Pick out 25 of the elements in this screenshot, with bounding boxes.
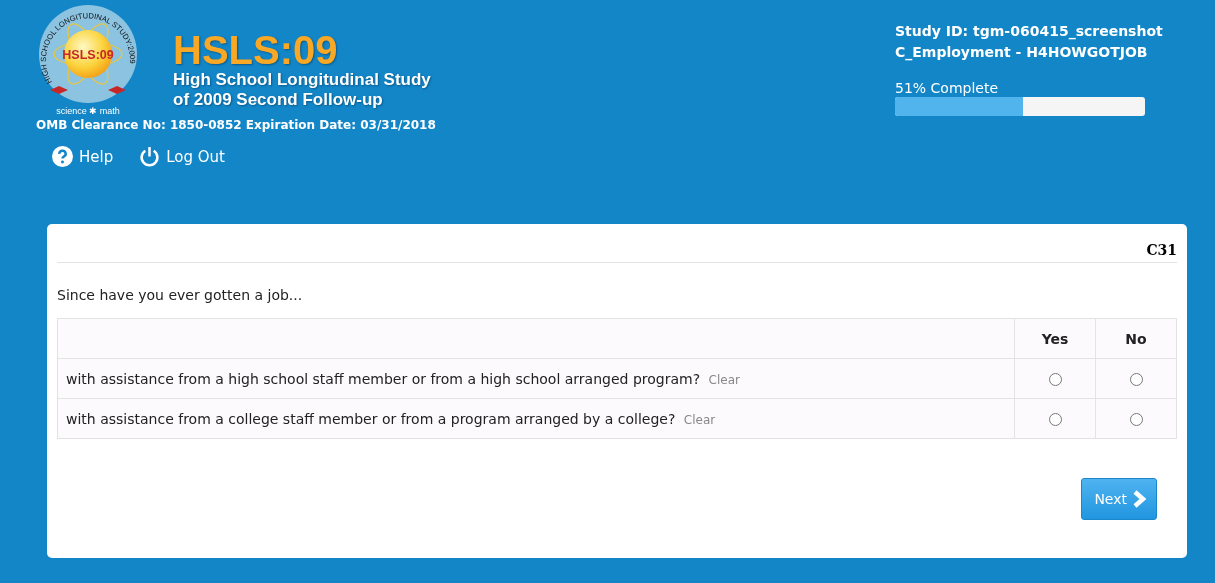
progress-label: 51% Complete <box>895 79 1000 97</box>
clear-link[interactable]: Clear <box>708 372 740 387</box>
item-text: with assistance from a high school staff member or from a high school arranged program? <box>66 370 701 387</box>
item-text: with assistance from a college staff member or from a program arranged by a college? <box>66 410 676 427</box>
study-id: Study ID: tgm-060415_screenshot <box>895 22 1164 42</box>
radio-button[interactable] <box>1129 413 1143 426</box>
radio-button[interactable] <box>1048 373 1062 386</box>
logout-link[interactable]: Log Out <box>139 146 225 167</box>
question-text: Since have you ever gotten a job... <box>57 287 304 303</box>
column-header: Yes <box>1014 318 1096 359</box>
chevron-icon <box>1132 490 1148 508</box>
section-name: C_Employment - H4HOWGOTJOB <box>895 43 1149 63</box>
power-icon <box>139 146 161 167</box>
radio-button[interactable] <box>1048 413 1062 426</box>
radio-button[interactable] <box>1129 373 1143 386</box>
clear-link[interactable]: Clear <box>683 412 716 427</box>
clearance-text: OMB Clearance No: 1850-0852 Expiration Date: 03/31/2018 <box>36 118 436 132</box>
site-subtitle: High School Longitudinal Study <box>173 70 431 90</box>
next-button[interactable]: Next <box>1081 478 1157 520</box>
site-subtitle: of 2009 Second Follow-up <box>173 90 384 110</box>
column-header: No <box>1095 318 1177 359</box>
question-number: C31 <box>57 242 1177 263</box>
help-icon <box>52 146 73 167</box>
site-title: HSLS:09 <box>173 30 339 70</box>
help-link[interactable]: Help <box>52 146 114 167</box>
